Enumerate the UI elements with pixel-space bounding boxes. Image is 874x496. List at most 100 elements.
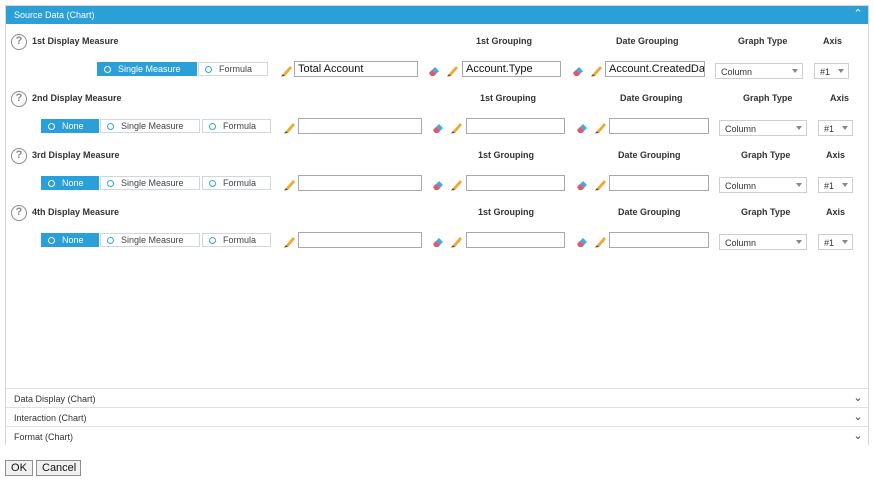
date-grouping-2-input[interactable]	[609, 118, 709, 134]
source-data-panel: Source Data (Chart) ⌃ ? 1st Display Meas…	[5, 5, 869, 445]
col-axis-2: Axis	[830, 93, 850, 103]
section-data-display[interactable]: Data Display (Chart) ⌄	[6, 388, 868, 407]
pencil-icon[interactable]	[594, 235, 606, 248]
axis-2-select[interactable]: #1	[818, 120, 853, 136]
grouping-1-input[interactable]: Account.Type	[462, 61, 561, 77]
help-icon[interactable]: ?	[11, 91, 27, 107]
measure-2-input[interactable]	[298, 118, 422, 134]
chevron-down-icon	[842, 240, 848, 244]
chevron-down-icon[interactable]: ⌄	[852, 411, 864, 423]
chevron-down-icon	[796, 183, 802, 187]
radio-icon	[107, 237, 114, 244]
date-grouping-1-input[interactable]: Account.CreatedDat	[605, 61, 705, 77]
col-grouping-2: 1st Grouping	[480, 93, 536, 103]
radio-icon	[107, 180, 114, 187]
graph-type-1-select[interactable]: Column	[715, 63, 803, 79]
option-single-measure[interactable]: Single Measure	[100, 233, 200, 247]
radio-icon	[209, 237, 216, 244]
option-formula[interactable]: Formula	[202, 119, 271, 133]
option-formula[interactable]: Formula	[198, 62, 268, 76]
axis-4-select[interactable]: #1	[818, 234, 853, 250]
measure-1-title: 1st Display Measure	[32, 36, 119, 46]
pencil-icon[interactable]	[446, 64, 458, 77]
eraser-icon[interactable]	[572, 65, 585, 77]
col-date-grouping-1: Date Grouping	[616, 36, 679, 46]
source-data-header[interactable]: Source Data (Chart) ⌃	[6, 6, 868, 24]
eraser-icon[interactable]	[576, 179, 589, 191]
axis-3-select[interactable]: #1	[818, 177, 853, 193]
option-single-measure[interactable]: Single Measure	[97, 62, 197, 76]
option-formula[interactable]: Formula	[202, 233, 271, 247]
pencil-icon[interactable]	[594, 121, 606, 134]
col-date-grouping-2: Date Grouping	[620, 93, 683, 103]
axis-1-select[interactable]: #1	[814, 63, 849, 79]
option-formula[interactable]: Formula	[202, 176, 271, 190]
radio-icon	[104, 66, 111, 73]
radio-icon	[209, 180, 216, 187]
radio-icon	[205, 66, 212, 73]
col-grouping-1: 1st Grouping	[476, 36, 532, 46]
help-icon[interactable]: ?	[11, 34, 27, 50]
pencil-icon[interactable]	[280, 64, 292, 77]
chevron-down-icon[interactable]: ⌄	[852, 430, 864, 442]
chevron-down-icon	[792, 69, 798, 73]
col-date-grouping-4: Date Grouping	[618, 207, 681, 217]
eraser-icon[interactable]	[576, 236, 589, 248]
radio-icon	[209, 123, 216, 130]
grouping-4-input[interactable]	[466, 232, 565, 248]
eraser-icon[interactable]	[576, 122, 589, 134]
chevron-down-icon	[796, 240, 802, 244]
measure-1-input[interactable]: Total Account	[294, 61, 418, 77]
chevron-down-icon	[796, 126, 802, 130]
measure-3-input[interactable]	[298, 175, 422, 191]
pencil-icon[interactable]	[450, 121, 462, 134]
measure-2-title: 2nd Display Measure	[32, 93, 122, 103]
pencil-icon[interactable]	[594, 178, 606, 191]
source-data-title: Source Data (Chart)	[14, 10, 95, 20]
radio-icon	[48, 237, 55, 244]
pencil-icon[interactable]	[283, 178, 295, 191]
col-axis-3: Axis	[826, 150, 846, 160]
measure-3-title: 3rd Display Measure	[32, 150, 120, 160]
eraser-icon[interactable]	[432, 236, 445, 248]
col-date-grouping-3: Date Grouping	[618, 150, 681, 160]
section-interaction[interactable]: Interaction (Chart) ⌄	[6, 407, 868, 426]
date-grouping-3-input[interactable]	[609, 175, 709, 191]
chevron-up-icon[interactable]: ⌃	[852, 8, 864, 20]
eraser-icon[interactable]	[432, 122, 445, 134]
measure-4-input[interactable]	[298, 232, 422, 248]
grouping-2-input[interactable]	[466, 118, 565, 134]
graph-type-4-select[interactable]: Column	[719, 234, 807, 250]
pencil-icon[interactable]	[283, 235, 295, 248]
radio-icon	[48, 180, 55, 187]
option-none[interactable]: None	[41, 176, 99, 190]
col-graph-type-2: Graph Type	[743, 93, 793, 103]
cancel-button[interactable]: Cancel	[36, 460, 81, 476]
help-icon[interactable]: ?	[11, 205, 27, 221]
measure-4-title: 4th Display Measure	[32, 207, 120, 217]
eraser-icon[interactable]	[432, 179, 445, 191]
graph-type-3-select[interactable]: Column	[719, 177, 807, 193]
col-axis-4: Axis	[826, 207, 846, 217]
pencil-icon[interactable]	[450, 178, 462, 191]
pencil-icon[interactable]	[283, 121, 295, 134]
option-none[interactable]: None	[41, 233, 99, 247]
ok-button[interactable]: OK	[5, 460, 33, 476]
pencil-icon[interactable]	[590, 64, 602, 77]
graph-type-2-select[interactable]: Column	[719, 120, 807, 136]
pencil-icon[interactable]	[450, 235, 462, 248]
chevron-down-icon[interactable]: ⌄	[852, 392, 864, 404]
option-single-measure[interactable]: Single Measure	[100, 176, 200, 190]
grouping-3-input[interactable]	[466, 175, 565, 191]
help-icon[interactable]: ?	[11, 148, 27, 164]
option-none[interactable]: None	[41, 119, 99, 133]
radio-icon	[107, 123, 114, 130]
col-grouping-4: 1st Grouping	[478, 207, 534, 217]
chevron-down-icon	[842, 126, 848, 130]
col-graph-type-3: Graph Type	[741, 150, 791, 160]
option-single-measure[interactable]: Single Measure	[100, 119, 200, 133]
date-grouping-4-input[interactable]	[609, 232, 709, 248]
section-format[interactable]: Format (Chart) ⌄	[6, 426, 868, 445]
col-graph-type-4: Graph Type	[741, 207, 791, 217]
eraser-icon[interactable]	[428, 65, 441, 77]
